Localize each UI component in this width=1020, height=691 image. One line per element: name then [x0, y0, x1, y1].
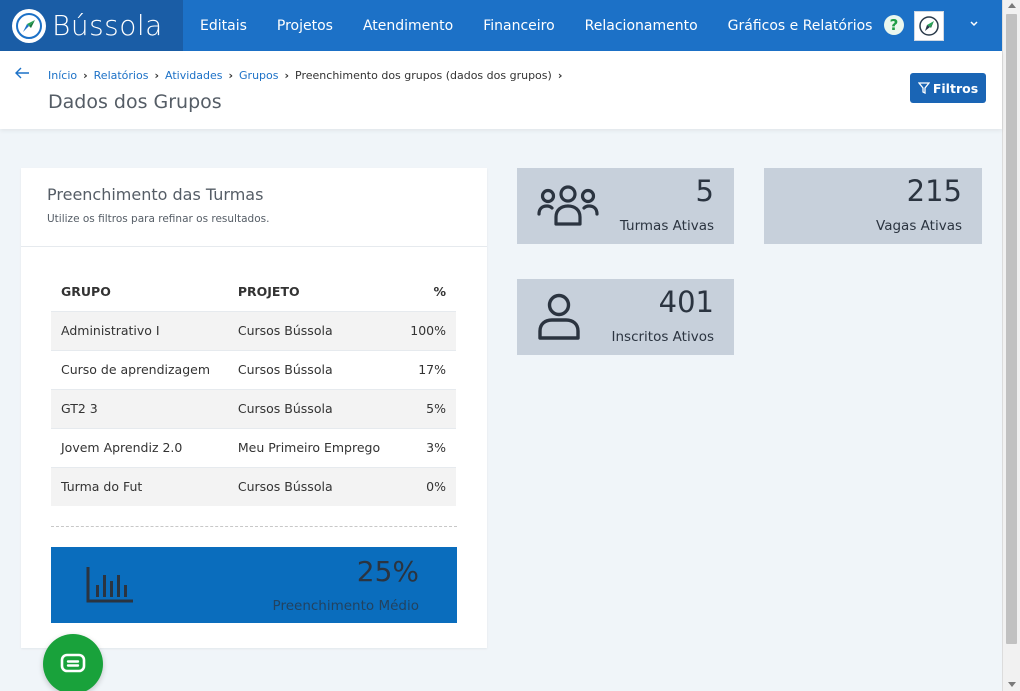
cell-projeto: Meu Primeiro Emprego: [227, 427, 398, 467]
brand[interactable]: Bússola: [0, 0, 183, 51]
table-row: Turma do Fut Cursos Bússola 0%: [51, 466, 456, 506]
stat-turmas-value: 5: [695, 174, 714, 208]
average-fill-value: 25%: [356, 555, 419, 588]
table-row: Administrativo I Cursos Bússola 100%: [51, 310, 456, 350]
cell-percent: 100%: [397, 310, 456, 350]
avatar[interactable]: [914, 11, 944, 41]
users-group-icon: [537, 184, 599, 232]
column-header-grupo: GRUPO: [61, 284, 111, 300]
cell-percent: 5%: [397, 388, 456, 428]
fill-rate-card: Preenchimento das Turmas Utilize os filt…: [21, 168, 487, 648]
top-navbar: Bússola Editais Projetos Atendimento Fin…: [0, 0, 1002, 51]
chat-icon: [60, 653, 86, 673]
back-arrow-icon[interactable]: [14, 65, 32, 81]
table-row: Curso de aprendizagem Cursos Bússola 17%: [51, 349, 456, 389]
cell-projeto: Cursos Bússola: [227, 310, 398, 350]
compass-logo-icon: [12, 8, 46, 43]
filters-button[interactable]: Filtros: [910, 73, 986, 103]
stat-inscritos-value: 401: [658, 285, 714, 319]
table-row: GT2 3 Cursos Bússola 5%: [51, 388, 456, 428]
table-header-row: GRUPO PROJETO %: [51, 273, 456, 311]
chevron-down-icon[interactable]: [970, 17, 978, 30]
scroll-up-arrow-icon[interactable]: [1008, 3, 1016, 8]
cell-grupo: Administrativo I: [51, 310, 228, 350]
page-title: Dados dos Grupos: [48, 91, 222, 113]
chevron-right-icon: ›: [228, 69, 234, 82]
cell-grupo: Curso de aprendizagem: [51, 349, 228, 389]
chevron-right-icon: ›: [83, 69, 88, 82]
stat-vagas-value: 215: [906, 174, 962, 208]
main-nav: Editais Projetos Atendimento Financeiro …: [200, 0, 902, 51]
cell-projeto: Cursos Bússola: [227, 349, 398, 389]
chevron-right-icon: ›: [284, 69, 290, 82]
cell-grupo: GT2 3: [51, 388, 228, 428]
stat-turmas-ativas: 5 Turmas Ativas: [517, 168, 734, 244]
stat-inscritos-label: Inscritos Ativos: [611, 329, 715, 345]
user-icon: [537, 293, 581, 347]
filter-icon: [917, 82, 930, 94]
cell-grupo: Jovem Aprendiz 2.0: [51, 427, 228, 467]
chevron-right-icon: ›: [557, 69, 563, 82]
stat-turmas-label: Turmas Ativas: [619, 218, 714, 234]
brand-name: Bússola: [52, 9, 163, 42]
table-row: Jovem Aprendiz 2.0 Meu Primeiro Emprego …: [51, 427, 456, 467]
stat-vagas-label: Vagas Ativas: [876, 218, 962, 234]
dashed-divider: [51, 526, 457, 527]
cell-projeto: Cursos Bússola: [227, 388, 398, 428]
cell-percent: 3%: [397, 427, 456, 467]
breadcrumb: Início › Relatórios › Atividades › Grupo…: [48, 69, 568, 82]
average-fill-label: Preenchimento Médio: [272, 598, 419, 614]
average-fill-box: 25% Preenchimento Médio: [51, 547, 457, 623]
stat-inscritos-ativos: 401 Inscritos Ativos: [517, 279, 734, 355]
user-compass-icon: [919, 16, 939, 36]
cell-projeto: Cursos Bússola: [227, 466, 398, 506]
chat-button[interactable]: [43, 634, 103, 691]
cell-percent: 17%: [397, 349, 456, 389]
page-header: Início › Relatórios › Atividades › Grupo…: [0, 51, 1002, 129]
breadcrumb-inicio[interactable]: Início: [48, 69, 77, 82]
breadcrumb-relatorios[interactable]: Relatórios: [94, 69, 149, 82]
bar-chart-icon: [85, 565, 135, 609]
cell-grupo: Turma do Fut: [51, 466, 228, 506]
nav-item-graficos-relatorios[interactable]: Gráficos e Relatórios: [728, 18, 873, 34]
stat-vagas-ativas: 215 Vagas Ativas: [764, 168, 982, 244]
column-header-projeto: PROJETO: [237, 284, 300, 300]
scroll-down-arrow-icon[interactable]: [1008, 682, 1016, 687]
nav-item-editais[interactable]: Editais: [200, 18, 247, 34]
scroll-thumb[interactable]: [1006, 14, 1017, 644]
divider: [21, 246, 487, 247]
filters-button-label: Filtros: [932, 80, 979, 96]
card-title: Preenchimento das Turmas: [47, 185, 264, 204]
nav-item-projetos[interactable]: Projetos: [277, 18, 333, 34]
breadcrumb-grupos[interactable]: Grupos: [239, 69, 278, 82]
breadcrumb-atividades[interactable]: Atividades: [165, 69, 222, 82]
groups-table: GRUPO PROJETO % Administrativo I Cursos …: [51, 273, 456, 506]
vertical-scrollbar[interactable]: [1002, 0, 1020, 691]
column-header-percent: %: [433, 284, 446, 300]
breadcrumb-current: Preenchimento dos grupos (dados dos grup…: [295, 69, 552, 82]
cell-percent: 0%: [397, 466, 456, 506]
nav-item-financeiro[interactable]: Financeiro: [483, 18, 554, 34]
nav-item-relacionamento[interactable]: Relacionamento: [585, 18, 698, 34]
nav-item-atendimento[interactable]: Atendimento: [363, 18, 453, 34]
help-icon[interactable]: ?: [884, 15, 904, 35]
chevron-right-icon: ›: [154, 69, 159, 82]
card-subtitle: Utilize os filtros para refinar os resul…: [47, 213, 270, 225]
